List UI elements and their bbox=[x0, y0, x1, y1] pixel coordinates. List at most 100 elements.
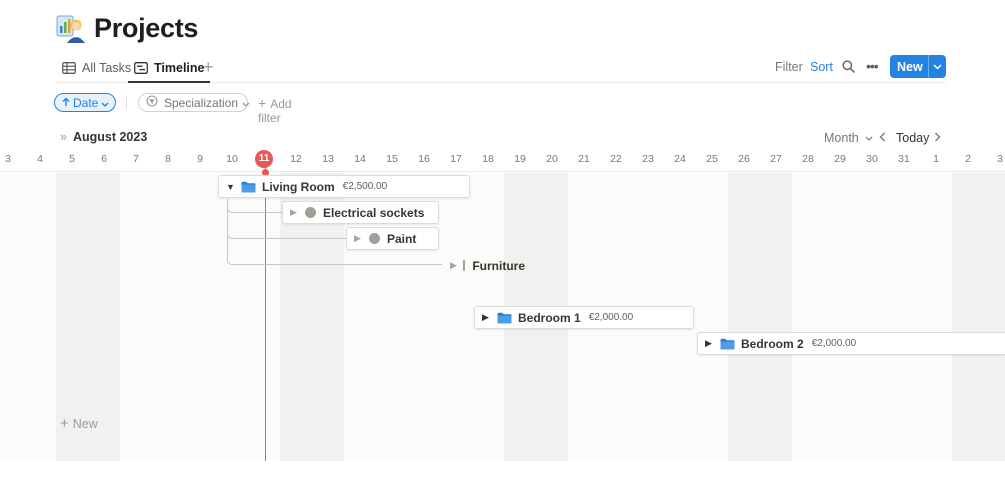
day-label: 5 bbox=[69, 153, 75, 165]
chevron-right-icon[interactable] bbox=[934, 130, 941, 145]
folder-icon bbox=[720, 338, 735, 350]
new-row-label: New bbox=[72, 417, 98, 431]
timeline-item-electrical-sockets[interactable]: ▶ Electrical sockets bbox=[282, 201, 439, 224]
item-name: Bedroom 2 bbox=[741, 336, 804, 351]
day-label: 1 bbox=[933, 153, 939, 165]
month-label: » August 2023 bbox=[60, 130, 147, 144]
search-icon[interactable] bbox=[842, 60, 855, 76]
timeline-month-header: » August 2023 Month Today bbox=[0, 128, 1005, 148]
caret-right-icon[interactable]: ▶ bbox=[450, 260, 457, 271]
timeline-item-bedroom-2[interactable]: ▶ Bedroom 2 €2,000.00 bbox=[697, 332, 1005, 355]
timeline-item-bedroom-1[interactable]: ▶ Bedroom 1 €2,000.00 bbox=[474, 306, 694, 329]
timeline-icon bbox=[134, 62, 148, 74]
day-label: 28 bbox=[802, 153, 814, 165]
caret-right-icon[interactable]: ▶ bbox=[290, 207, 299, 218]
day-label: 14 bbox=[354, 153, 366, 165]
day-label: 2 bbox=[965, 153, 971, 165]
day-label: 15 bbox=[386, 153, 398, 165]
day-label: 19 bbox=[514, 153, 526, 165]
day-label: 31 bbox=[898, 153, 910, 165]
day-label: 29 bbox=[834, 153, 846, 165]
day-label: 27 bbox=[770, 153, 782, 165]
table-icon bbox=[62, 62, 76, 74]
plus-icon: + bbox=[60, 415, 69, 432]
day-label: 24 bbox=[674, 153, 686, 165]
status-dot-icon bbox=[305, 207, 316, 218]
chevron-down-icon bbox=[101, 96, 109, 110]
day-label: 16 bbox=[418, 153, 430, 165]
day-label: 9 bbox=[197, 153, 203, 165]
chevron-left-icon[interactable] bbox=[879, 130, 886, 145]
chevron-down-icon[interactable] bbox=[929, 62, 946, 72]
page-header: Projects bbox=[56, 10, 198, 46]
caret-right-icon[interactable]: ▶ bbox=[482, 312, 491, 323]
new-item-button[interactable]: New bbox=[890, 55, 946, 78]
day-label: 17 bbox=[450, 153, 462, 165]
person-with-chart-icon[interactable] bbox=[56, 13, 86, 43]
day-label: 23 bbox=[642, 153, 654, 165]
day-label: 7 bbox=[133, 153, 139, 165]
new-button-label: New bbox=[897, 59, 923, 74]
day-label: 13 bbox=[322, 153, 334, 165]
item-price: €2,000.00 bbox=[811, 338, 857, 349]
page-title: Projects bbox=[94, 12, 199, 43]
day-label: 3 bbox=[997, 153, 1003, 165]
add-new-row-button[interactable]: + New bbox=[60, 415, 98, 432]
double-chevron-right-icon[interactable]: » bbox=[60, 130, 67, 144]
tab-timeline[interactable]: Timeline bbox=[128, 54, 211, 83]
day-label: 21 bbox=[578, 153, 590, 165]
filter-divider bbox=[126, 95, 127, 110]
more-options-icon[interactable]: ••• bbox=[866, 58, 879, 74]
today-date-badge: 11 bbox=[255, 150, 273, 168]
day-label: 8 bbox=[165, 153, 171, 165]
folder-icon bbox=[497, 312, 512, 324]
plus-icon: + bbox=[258, 95, 267, 111]
day-label: 4 bbox=[37, 153, 43, 165]
day-label: 26 bbox=[738, 153, 750, 165]
chevron-down-icon bbox=[865, 136, 873, 142]
specialization-chip-label: Specialization bbox=[164, 95, 239, 110]
item-price: €2,500.00 bbox=[342, 181, 388, 192]
tab-timeline-label: Timeline bbox=[154, 61, 205, 75]
timeline-item-furniture[interactable]: ▶ Furniture bbox=[442, 254, 534, 277]
tab-all-tasks-label: All Tasks bbox=[82, 61, 132, 75]
month-label-text: August 2023 bbox=[72, 130, 148, 144]
view-tabs-bar: All Tasks Timeline + Filter Sort ••• New bbox=[56, 54, 946, 83]
item-name: Electrical sockets bbox=[323, 205, 425, 220]
caret-right-icon[interactable]: ▶ bbox=[705, 338, 714, 349]
timeline-scale-select[interactable]: Month bbox=[824, 131, 873, 145]
day-label: 30 bbox=[866, 153, 878, 165]
item-price: €2,000.00 bbox=[588, 312, 634, 323]
day-label: 3 bbox=[5, 153, 11, 165]
item-name: Bedroom 1 bbox=[518, 310, 581, 325]
add-filter-button[interactable]: + Add filter bbox=[258, 95, 292, 125]
add-view-button[interactable]: + bbox=[203, 58, 214, 76]
timeline-scale-label: Month bbox=[824, 131, 859, 145]
item-name: Living Room bbox=[262, 179, 335, 194]
specialization-filter-chip[interactable]: Specialization bbox=[138, 93, 250, 112]
caret-right-icon[interactable]: ▶ bbox=[354, 233, 363, 244]
today-button[interactable]: Today bbox=[896, 131, 929, 145]
sort-button[interactable]: Sort bbox=[810, 60, 833, 74]
day-label: 10 bbox=[226, 153, 238, 165]
day-label: 18 bbox=[482, 153, 494, 165]
day-label: 22 bbox=[610, 153, 622, 165]
timeline-item-living-room[interactable]: ▼ Living Room €2,500.00 bbox=[218, 175, 470, 198]
day-label: 25 bbox=[706, 153, 718, 165]
day-label: 20 bbox=[546, 153, 558, 165]
folder-icon bbox=[241, 181, 256, 193]
date-sort-chip[interactable]: Date bbox=[54, 93, 116, 112]
arrow-up-icon bbox=[62, 96, 70, 110]
timeline-item-paint[interactable]: ▶ Paint bbox=[346, 227, 439, 250]
status-dot-icon bbox=[369, 233, 380, 244]
weekend-band bbox=[728, 173, 792, 461]
day-label: 12 bbox=[290, 153, 302, 165]
day-label: 6 bbox=[101, 153, 107, 165]
timeline-days-row: 3 4 5 6 7 8 9 10 11 12 13 14 15 16 17 18 19 20 21 22 23 24 25 2… bbox=[0, 150, 1005, 172]
filter-button[interactable]: Filter bbox=[775, 60, 803, 74]
item-name: Paint bbox=[387, 231, 417, 246]
tab-all-tasks[interactable]: All Tasks bbox=[56, 54, 137, 82]
caret-down-icon[interactable]: ▼ bbox=[226, 182, 235, 192]
date-chip-label: Date bbox=[73, 95, 99, 110]
chevron-down-icon bbox=[242, 96, 250, 110]
